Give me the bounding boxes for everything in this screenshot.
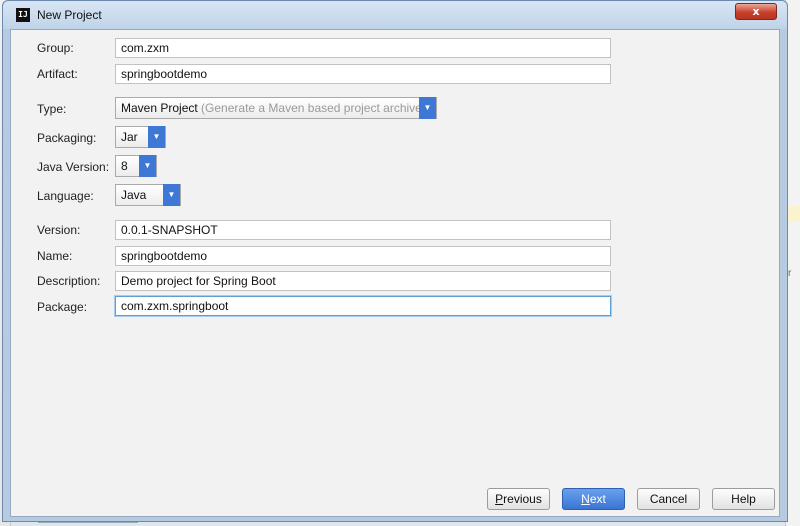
type-label: Type: (37, 102, 67, 116)
chevron-down-icon[interactable]: ▼ (419, 97, 436, 119)
background-text-fragment: r (788, 268, 792, 279)
previous-button[interactable]: Previous (487, 488, 550, 510)
language-value: Java (121, 188, 147, 202)
cancel-button[interactable]: Cancel (637, 488, 700, 510)
chevron-down-icon[interactable]: ▼ (148, 126, 165, 148)
name-field[interactable]: springbootdemo (115, 246, 611, 266)
window-title: New Project (37, 8, 102, 22)
description-label: Description: (37, 274, 101, 288)
help-button[interactable]: Help (712, 488, 775, 510)
java-version-value: 8 (121, 159, 128, 173)
artifact-label: Artifact: (37, 67, 78, 81)
chevron-down-icon[interactable]: ▼ (163, 184, 180, 206)
java-version-dropdown[interactable]: 8 ▼ (115, 155, 157, 177)
name-label: Name: (37, 249, 73, 263)
group-label: Group: (37, 41, 74, 55)
close-button[interactable]: x (735, 3, 777, 20)
packaging-dropdown[interactable]: Jar ▼ (115, 126, 166, 148)
description-field[interactable]: Demo project for Spring Boot (115, 271, 611, 291)
type-dropdown[interactable]: Maven Project (Generate a Maven based pr… (115, 97, 437, 119)
dialog-content: Group: com.zxm Artifact: springbootdemo … (10, 29, 780, 517)
group-field[interactable]: com.zxm (115, 38, 611, 58)
package-label: Package: (37, 300, 88, 314)
title-bar[interactable]: IJ New Project x (3, 1, 787, 29)
type-value: Maven Project (121, 101, 198, 115)
language-label: Language: (37, 189, 94, 203)
type-hint: (Generate a Maven based project archive) (201, 101, 426, 115)
new-project-dialog: IJ New Project x Group: com.zxm Artifact… (2, 0, 788, 522)
background-highlight (786, 206, 800, 222)
language-dropdown[interactable]: Java ▼ (115, 184, 181, 206)
version-field[interactable]: 0.0.1-SNAPSHOT (115, 220, 611, 240)
artifact-field[interactable]: springbootdemo (115, 64, 611, 84)
packaging-value: Jar (121, 130, 138, 144)
close-icon: x (752, 5, 760, 18)
packaging-label: Packaging: (37, 131, 97, 145)
chevron-down-icon[interactable]: ▼ (139, 155, 156, 177)
intellij-icon: IJ (16, 8, 30, 22)
next-mnemonic: N (581, 492, 590, 506)
previous-mnemonic: P (495, 492, 504, 506)
version-label: Version: (37, 223, 81, 237)
next-label: ext (589, 492, 606, 506)
next-button[interactable]: Next (562, 488, 625, 510)
previous-label: revious (503, 492, 542, 506)
package-field[interactable]: com.zxm.springboot (115, 296, 611, 316)
java-version-label: Java Version: (37, 160, 110, 174)
